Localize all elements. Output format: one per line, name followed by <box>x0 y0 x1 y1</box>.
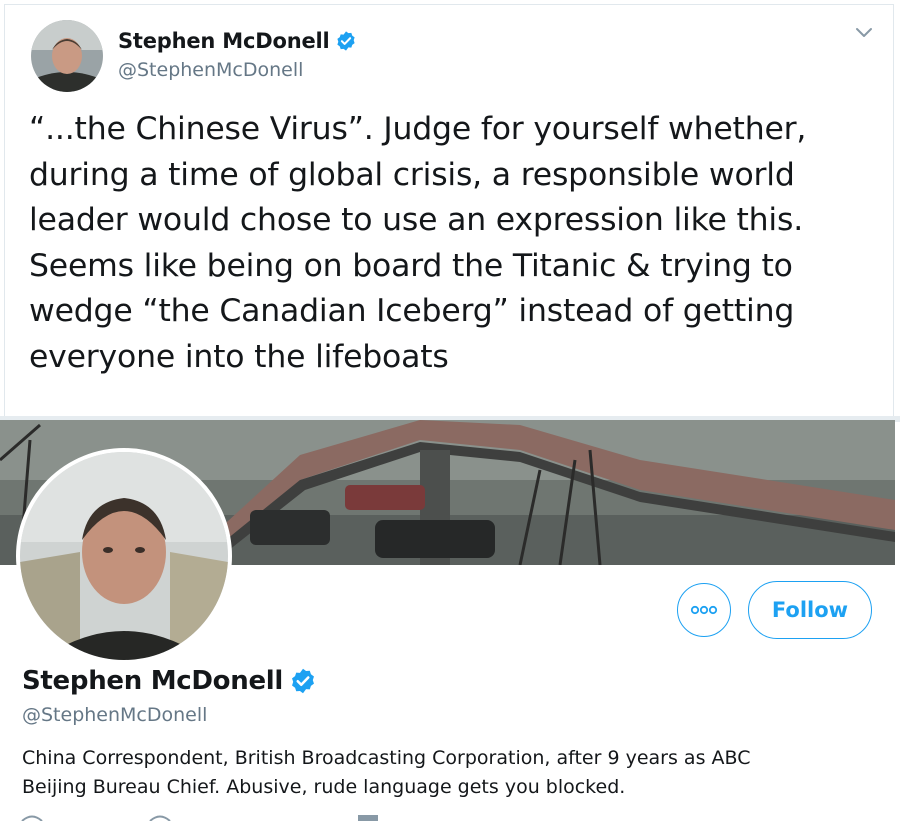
profile-handle[interactable]: @StephenMcDonell <box>22 704 207 726</box>
tweet-text-line: leader would chose to use an expression … <box>29 202 804 238</box>
tweet-text-line: Seems like being on board the Titanic & … <box>29 247 793 284</box>
verified-badge-icon <box>336 31 355 51</box>
more-options-icon <box>690 605 718 615</box>
profile-meta-icons-row <box>21 815 378 821</box>
chevron-down-icon[interactable] <box>855 27 873 39</box>
tweet-author-handle[interactable]: @StephenMcDonell <box>118 59 303 81</box>
profile-bio-line: China Correspondent, British Broadcastin… <box>22 747 751 769</box>
tweet-text-line: wedge “the Canadian Iceberg” instead of … <box>29 293 795 329</box>
follow-button[interactable]: Follow <box>748 581 872 639</box>
tweet-text: “...the Chinese Virus”. Judge for yourse… <box>29 107 874 380</box>
profile-avatar[interactable] <box>16 448 232 664</box>
tweet-author-avatar[interactable] <box>31 20 103 92</box>
profile-name[interactable]: Stephen McDonell <box>22 666 283 696</box>
profile-bio-line: Beijing Bureau Chief. Abusive, rude lang… <box>22 776 626 798</box>
verified-badge-icon <box>292 668 314 694</box>
tweet-text-line: everyone into the lifeboats <box>29 338 449 375</box>
tweet-card: Stephen McDonell @StephenMcDonell “...th… <box>4 4 894 416</box>
tweet-text-line: “...the Chinese Virus”. Judge for yourse… <box>29 111 807 147</box>
tweet-text-line: during a time of global crisis, a respon… <box>29 156 795 193</box>
profile-bio: China Correspondent, British Broadcastin… <box>22 744 882 802</box>
more-options-button[interactable] <box>677 583 731 637</box>
tweet-author-name[interactable]: Stephen McDonell <box>118 29 330 53</box>
